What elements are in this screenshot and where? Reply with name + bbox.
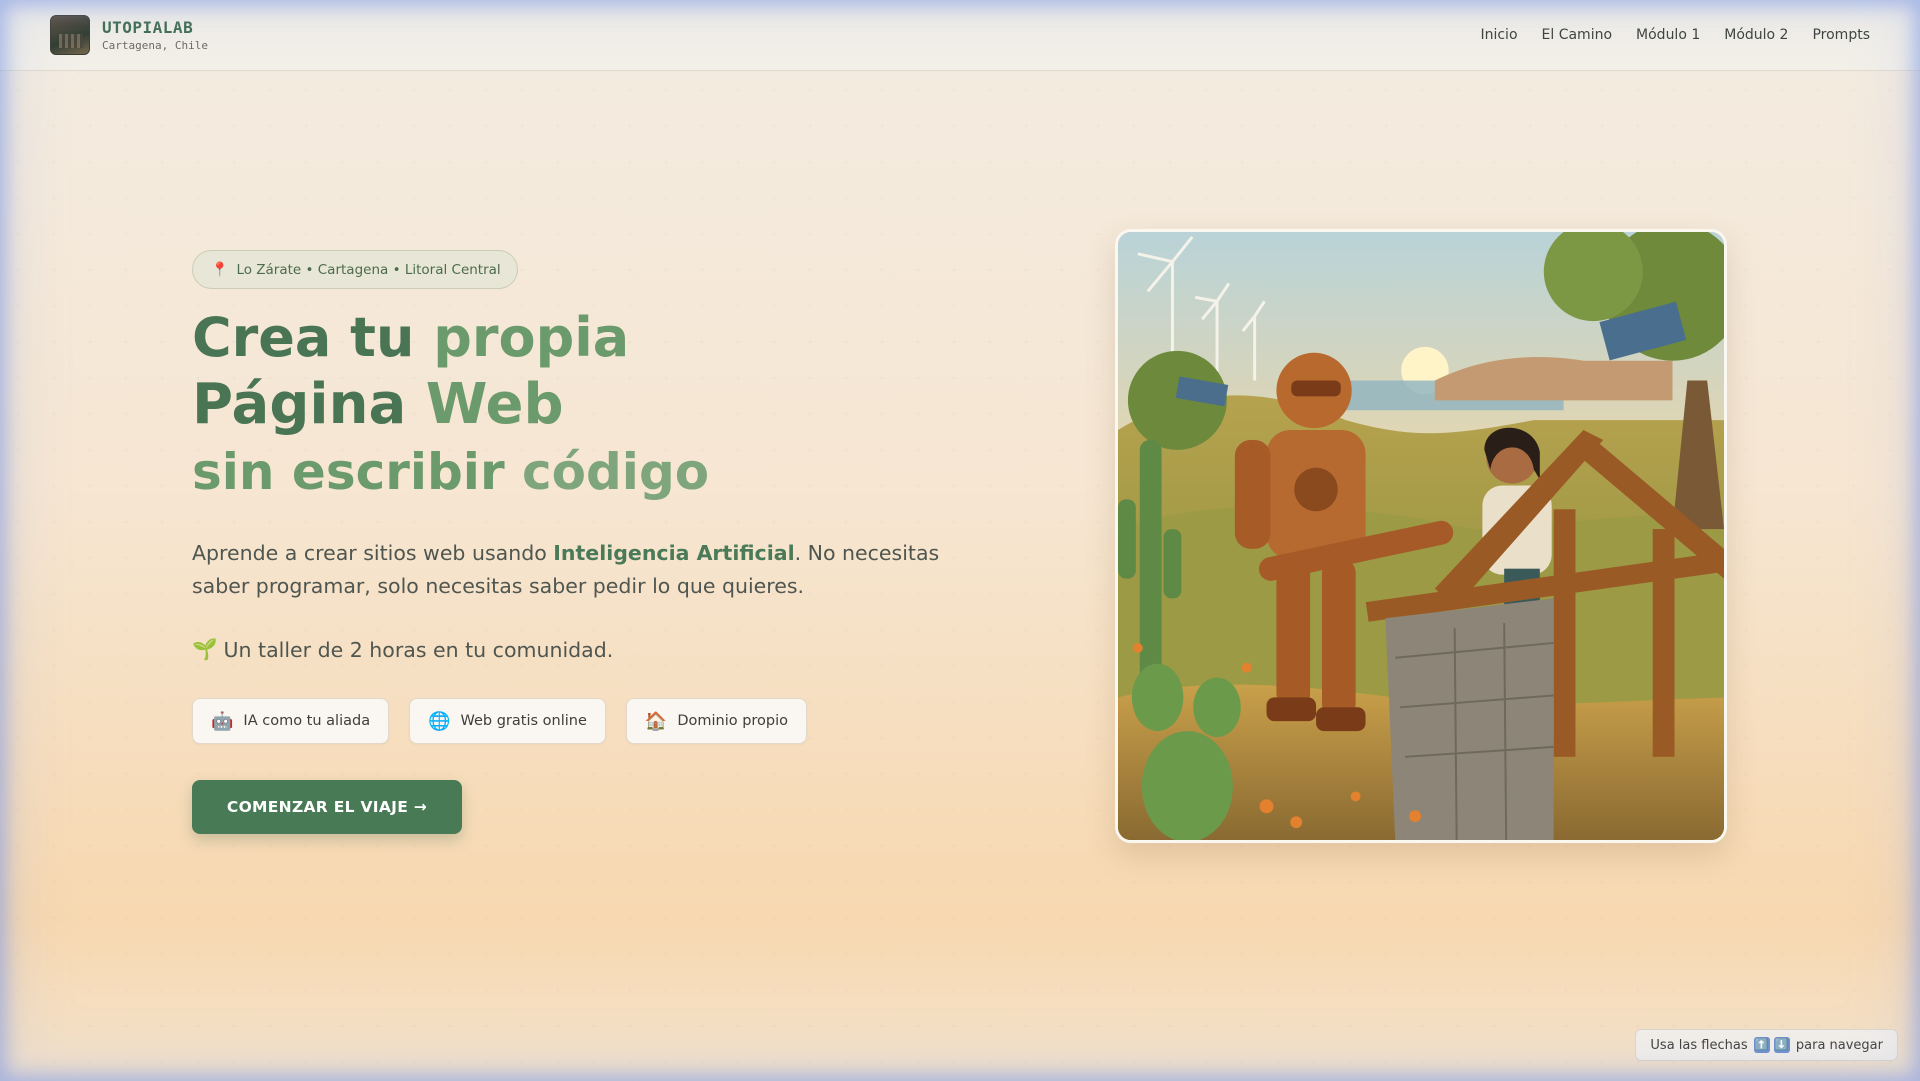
nav-link-modulo-1[interactable]: Módulo 1 <box>1636 27 1700 43</box>
hero-description: Aprende a crear sitios web usando Inteli… <box>192 537 992 603</box>
hero-headline: Crea tu propia Página Web sin escribir c… <box>192 311 1022 515</box>
chip-label: IA como tu aliada <box>243 713 371 729</box>
robot-building-house-illustration <box>1118 232 1724 840</box>
nav-links: Inicio El Camino Módulo 1 Módulo 2 Promp… <box>1480 27 1870 43</box>
arrow-up-icon: ⬆️ <box>1753 1037 1770 1053</box>
chip-dominio-propio: 🏠 Dominio propio <box>625 698 808 744</box>
feature-chips: 🤖 IA como tu aliada 🌐 Web gratis online … <box>192 698 1022 744</box>
brand-location: Cartagena, Chile <box>102 39 208 52</box>
brand: UTOPIALAB Cartagena, Chile <box>102 18 208 52</box>
map-pin-icon: 📍 <box>211 261 229 278</box>
headline-line-3: sin escribir código <box>192 447 1022 515</box>
top-nav: UTOPIALAB Cartagena, Chile Inicio El Cam… <box>0 0 1920 71</box>
nav-link-modulo-2[interactable]: Módulo 2 <box>1724 27 1788 43</box>
headline-web: Web <box>425 372 564 437</box>
nav-link-inicio[interactable]: Inicio <box>1480 27 1517 43</box>
location-pill: 📍 Lo Zárate • Cartagena • Litoral Centra… <box>192 250 518 289</box>
start-journey-button[interactable]: COMENZAR EL VIAJE → <box>192 780 462 834</box>
headline-sin-escribir: sin escribir <box>192 443 505 501</box>
house-icon: 🏠 <box>644 710 668 732</box>
headline-pagina: Página <box>192 372 407 437</box>
chip-ia-aliada: 🤖 IA como tu aliada <box>192 698 390 744</box>
hero-content: 📍 Lo Zárate • Cartagena • Litoral Centra… <box>192 250 1022 834</box>
description-pre: Aprende a crear sitios web usando <box>192 541 554 565</box>
workshop-text: Un taller de 2 horas en tu comunidad. <box>223 637 614 662</box>
headline-codigo: código <box>522 443 710 501</box>
headline-crea-tu: Crea tu <box>192 306 415 369</box>
chip-web-gratis: 🌐 Web gratis online <box>409 698 606 744</box>
chip-label: Web gratis online <box>460 713 587 729</box>
navigation-hint: Usa las flechas ⬆️ ⬇️ para navegar <box>1635 1029 1898 1061</box>
brand-name[interactable]: UTOPIALAB <box>102 18 208 37</box>
headline-line-2: Página Web <box>192 377 1022 447</box>
description-highlight: Inteligencia Artificial <box>553 541 795 565</box>
workshop-line: 🌱 Un taller de 2 horas en tu comunidad. <box>192 637 1022 662</box>
hint-post: para navegar <box>1795 1037 1883 1053</box>
nav-link-prompts[interactable]: Prompts <box>1812 27 1870 43</box>
nav-link-el-camino[interactable]: El Camino <box>1542 27 1613 43</box>
location-text: Lo Zárate • Cartagena • Litoral Central <box>236 261 501 278</box>
hero-illustration <box>1115 229 1727 843</box>
headline-line-1: Crea tu propia <box>192 311 1022 377</box>
chip-label: Dominio propio <box>677 713 789 729</box>
globe-icon: 🌐 <box>428 710 451 732</box>
arrow-down-icon: ⬇️ <box>1773 1037 1790 1053</box>
headline-propia: propia <box>433 306 630 369</box>
hint-pre: Usa las flechas <box>1650 1037 1748 1053</box>
logo-image[interactable] <box>50 15 90 55</box>
seedling-icon: 🌱 <box>192 637 218 661</box>
robot-icon: 🤖 <box>211 710 234 732</box>
